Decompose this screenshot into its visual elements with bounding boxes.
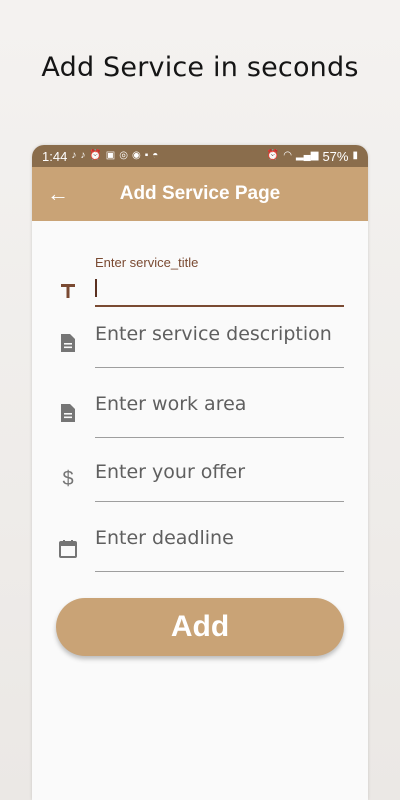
data-speed-icon: ▪ <box>144 150 149 161</box>
add-service-form: Enter service_title Enter service descri… <box>32 221 368 603</box>
work-area-input[interactable]: Enter work area <box>95 393 344 438</box>
service-title-row: Enter service_title <box>32 241 368 323</box>
deadline-placeholder: Enter deadline <box>95 527 234 549</box>
sync-icon: ◎ <box>119 150 128 161</box>
deadline-row: Enter deadline <box>32 527 368 603</box>
service-title-label: Enter service_title <box>95 255 199 270</box>
service-description-input[interactable]: Enter service description <box>95 323 344 368</box>
add-button[interactable]: Add <box>56 598 344 656</box>
deadline-input[interactable]: Enter deadline <box>95 527 344 572</box>
dollar-icon: $ <box>62 467 74 490</box>
offer-placeholder: Enter your offer <box>95 461 246 483</box>
work-area-row: Enter work area <box>32 393 368 463</box>
tiktok-icon: ♪ <box>80 150 86 161</box>
phone-screen: 1:44 ♪ ♪ ⏰ ▣ ◎ ◉ ▪ ◓ ⏰ ◠ ▂▄▆ 57% ▮ ← Add… <box>32 145 368 800</box>
cloud-icon: ◓ <box>152 150 159 161</box>
status-time: 1:44 <box>42 148 68 164</box>
music-note-icon: ♪ <box>71 150 77 161</box>
headline: Add Service in seconds <box>41 52 359 83</box>
calendar-icon <box>56 537 80 561</box>
document-icon <box>56 331 80 355</box>
offer-row: $ Enter your offer <box>32 461 368 533</box>
battery-icon: ▮ <box>352 150 358 161</box>
service-description-placeholder: Enter service description <box>95 323 332 345</box>
offer-input[interactable]: Enter your offer <box>95 461 344 502</box>
service-description-row: Enter service description <box>32 323 368 393</box>
page-title: Add Service Page <box>119 183 281 204</box>
app-bar: ← Add Service Page <box>32 167 368 221</box>
alarm-icon: ⏰ <box>89 150 102 161</box>
service-title-input[interactable] <box>95 277 344 307</box>
status-bar: 1:44 ♪ ♪ ⏰ ▣ ◎ ◉ ▪ ◓ ⏰ ◠ ▂▄▆ 57% ▮ <box>32 145 368 167</box>
wifi-icon: ◠ <box>283 150 292 161</box>
signal-icon: ▂▄▆ <box>295 150 319 161</box>
alarm-icon: ⏰ <box>266 150 280 161</box>
arrow-left-icon[interactable]: ← <box>44 180 72 208</box>
title-icon <box>56 279 80 303</box>
document-icon <box>56 401 80 425</box>
messenger-icon: ◉ <box>131 150 141 161</box>
image-icon: ▣ <box>105 150 116 161</box>
work-area-placeholder: Enter work area <box>95 393 247 415</box>
battery-percent: 57% <box>322 148 349 164</box>
